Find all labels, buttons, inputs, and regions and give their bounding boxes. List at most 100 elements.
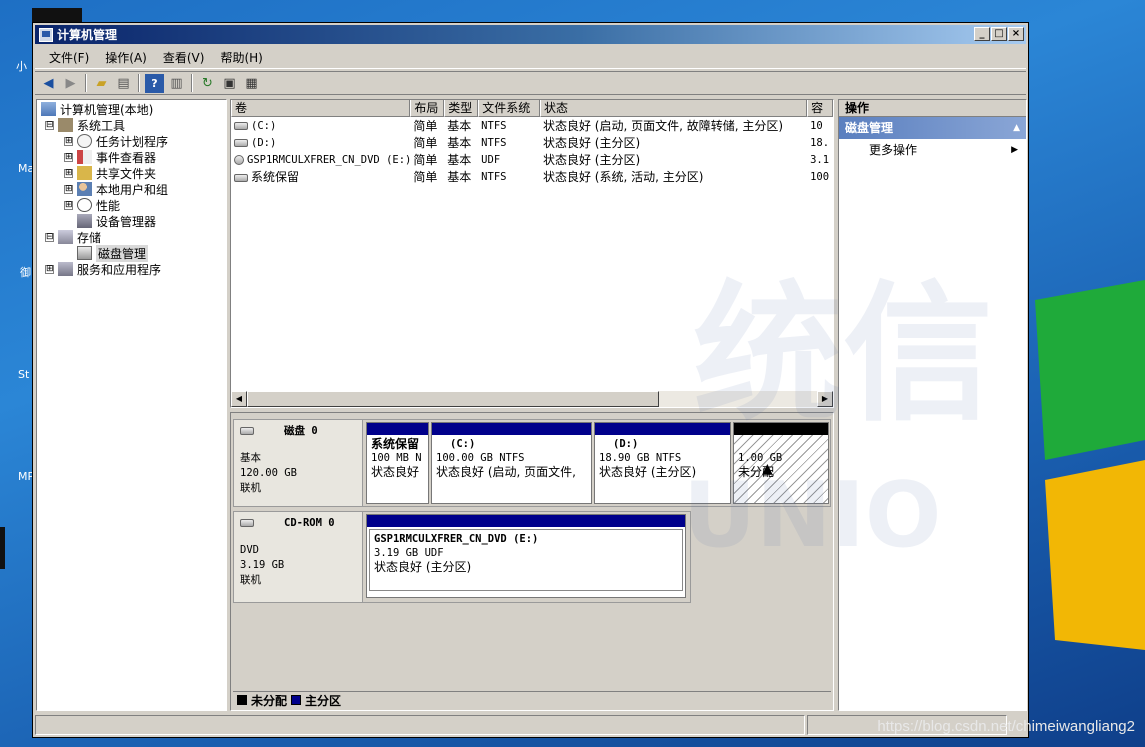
primary-partition-bar	[367, 515, 685, 527]
scroll-right-icon[interactable]: ▶	[817, 391, 833, 407]
column-capacity[interactable]: 容	[807, 100, 833, 117]
performance-icon	[77, 198, 92, 212]
expand-icon[interactable]: ⊞	[64, 200, 73, 210]
disk-size: 120.00 GB	[240, 467, 297, 479]
tree-item-local-users[interactable]: ⊞ 本地用户和组	[64, 181, 168, 197]
collapse-icon[interactable]: ⊟	[45, 232, 54, 242]
expand-icon[interactable]: ⊞	[64, 136, 73, 146]
expand-icon[interactable]: ⊞	[64, 184, 73, 194]
legend-swatch-primary	[291, 695, 302, 705]
expand-icon[interactable]: ⊞	[45, 264, 54, 274]
mouse-cursor-icon: ▲	[762, 461, 773, 477]
partition-title	[738, 437, 824, 451]
disk-kind: 基本	[240, 452, 261, 464]
collapse-caret-icon[interactable]: ▲	[1013, 117, 1020, 139]
column-volume[interactable]: 卷	[231, 100, 411, 117]
disk-graphical-view: 磁盘 0 基本 120.00 GB 联机 系统保留 100 MB N 状态良好 …	[230, 412, 834, 711]
disk-row-cdrom0[interactable]: CD-ROM 0 DVD 3.19 GB 联机 GSP1RMCULXFRER_C…	[233, 511, 691, 603]
storage-icon	[58, 230, 73, 244]
partition-status: 状态良好 (启动, 页面文件,	[436, 465, 576, 479]
primary-partition-bar	[367, 423, 428, 435]
export-list-icon[interactable]: ▣	[220, 74, 239, 93]
volume-status: 状态良好 (主分区)	[542, 136, 641, 150]
refresh-icon[interactable]: ↻	[198, 74, 217, 93]
tree-root[interactable]: 计算机管理(本地)	[41, 101, 153, 117]
volume-row[interactable]: GSP1RMCULXFRER_CN_DVD (E:) 简单 基本 UDF 状态良…	[231, 151, 833, 168]
expand-icon[interactable]: ⊞	[64, 152, 73, 162]
tree-item-system-tools[interactable]: ⊟ 系统工具	[45, 117, 125, 133]
legend-label: 主分区	[305, 693, 342, 708]
partition-unallocated[interactable]: 1.00 GB 未分配 ▲	[733, 422, 829, 504]
tree-item-shared-folders[interactable]: ⊞ 共享文件夹	[64, 165, 156, 181]
toolbar-separator	[85, 74, 87, 92]
expand-icon[interactable]: ⊞	[64, 168, 73, 178]
partition-c[interactable]: (C:) 100.00 GB NTFS 状态良好 (启动, 页面文件,	[431, 422, 592, 504]
disk-info: 磁盘 0 基本 120.00 GB 联机	[234, 420, 363, 506]
volume-status: 状态良好 (启动, 页面文件, 故障转储, 主分区)	[542, 119, 784, 133]
submenu-arrow-icon: ▶	[1011, 145, 1018, 155]
properties-icon[interactable]: ▦	[242, 74, 261, 93]
volume-type: 基本	[447, 170, 472, 184]
toolbar-separator	[138, 74, 140, 92]
desktop-windows-logo	[1035, 280, 1145, 650]
actions-pane: 操作 磁盘管理 ▲ 更多操作 ▶	[838, 99, 1027, 711]
legend-label: 未分配	[251, 693, 288, 708]
scroll-track[interactable]	[659, 391, 817, 407]
partition-size: 1.00 GB	[738, 452, 783, 464]
console-tree: 计算机管理(本地) ⊟ 系统工具 ⊞ 任务计划程序 ⊞ 事件查看器 ⊞ 共享文件…	[36, 99, 227, 711]
maximize-button[interactable]: □	[991, 27, 1007, 41]
volume-row[interactable]: (C:) 简单 基本 NTFS 状态良好 (启动, 页面文件, 故障转储, 主分…	[231, 117, 833, 134]
tree-item-task-scheduler[interactable]: ⊞ 任务计划程序	[64, 133, 168, 149]
column-layout[interactable]: 布局	[410, 100, 445, 117]
tree-item-disk-management[interactable]: 磁盘管理	[77, 244, 149, 262]
close-button[interactable]: ×	[1008, 27, 1024, 41]
cdrom-icon	[240, 519, 254, 527]
menu-action[interactable]: 操作(A)	[97, 49, 155, 66]
menu-view[interactable]: 查看(V)	[155, 49, 213, 66]
partition-title: 系统保留	[371, 437, 420, 451]
column-status[interactable]: 状态	[540, 100, 808, 117]
actions-section-label: 磁盘管理	[845, 121, 894, 135]
disk-size: 3.19 GB	[240, 559, 285, 571]
tools-icon	[58, 118, 73, 132]
column-type[interactable]: 类型	[444, 100, 479, 117]
partition-dvd[interactable]: GSP1RMCULXFRER_CN_DVD (E:) 3.19 GB UDF 状…	[366, 514, 686, 598]
partition-title: (C:)	[450, 438, 476, 450]
help-icon[interactable]: ?	[145, 73, 164, 93]
volume-row[interactable]: (D:) 简单 基本 NTFS 状态良好 (主分区) 18.	[231, 134, 833, 151]
partition-size: 18.90 GB NTFS	[599, 452, 682, 464]
tree-item-event-viewer[interactable]: ⊞ 事件查看器	[64, 149, 156, 165]
disk-info: CD-ROM 0 DVD 3.19 GB 联机	[234, 512, 363, 602]
actions-section-disk-management[interactable]: 磁盘管理 ▲	[839, 117, 1026, 139]
collapse-icon[interactable]: ⊟	[45, 120, 54, 130]
scroll-thumb[interactable]	[247, 391, 659, 407]
partition-system-reserved[interactable]: 系统保留 100 MB N 状态良好	[366, 422, 429, 504]
tree-item-storage[interactable]: ⊟ 存储	[45, 229, 101, 245]
menu-help[interactable]: 帮助(H)	[212, 49, 270, 66]
horizontal-scrollbar[interactable]: ◀ ▶	[231, 391, 833, 407]
window-controls: _ □ ×	[974, 27, 1024, 41]
minimize-button[interactable]: _	[974, 27, 990, 41]
partition-status: 状态良好 (主分区)	[374, 560, 472, 574]
disk-row-disk0[interactable]: 磁盘 0 基本 120.00 GB 联机 系统保留 100 MB N 状态良好 …	[233, 419, 831, 507]
show-action-pane-icon[interactable]: ▥	[167, 74, 186, 93]
tree-item-label: 系统工具	[77, 118, 126, 133]
back-icon[interactable]: ◀	[39, 74, 58, 93]
partition-d[interactable]: (D:) 18.90 GB NTFS 状态良好 (主分区)	[594, 422, 731, 504]
up-folder-icon[interactable]: ▰	[92, 74, 111, 93]
scroll-left-icon[interactable]: ◀	[231, 391, 247, 407]
forward-icon[interactable]: ▶	[61, 74, 80, 93]
volume-row[interactable]: 系统保留 简单 基本 NTFS 状态良好 (系统, 活动, 主分区) 100	[231, 168, 833, 185]
toolbar-separator	[191, 74, 193, 92]
tree-item-performance[interactable]: ⊞ 性能	[64, 197, 120, 213]
volume-icon	[234, 138, 248, 147]
tree-item-services-apps[interactable]: ⊞ 服务和应用程序	[45, 261, 161, 277]
column-filesystem[interactable]: 文件系统	[478, 100, 540, 117]
more-actions-item[interactable]: 更多操作 ▶	[839, 139, 1026, 161]
tree-item-device-manager[interactable]: 设备管理器	[77, 213, 156, 229]
volume-icon	[234, 173, 248, 182]
menu-file[interactable]: 文件(F)	[41, 49, 97, 66]
show-hide-tree-icon[interactable]: ▤	[114, 74, 133, 93]
title-bar[interactable]: 计算机管理 _ □ ×	[35, 25, 1026, 44]
volume-type: 基本	[447, 119, 472, 133]
